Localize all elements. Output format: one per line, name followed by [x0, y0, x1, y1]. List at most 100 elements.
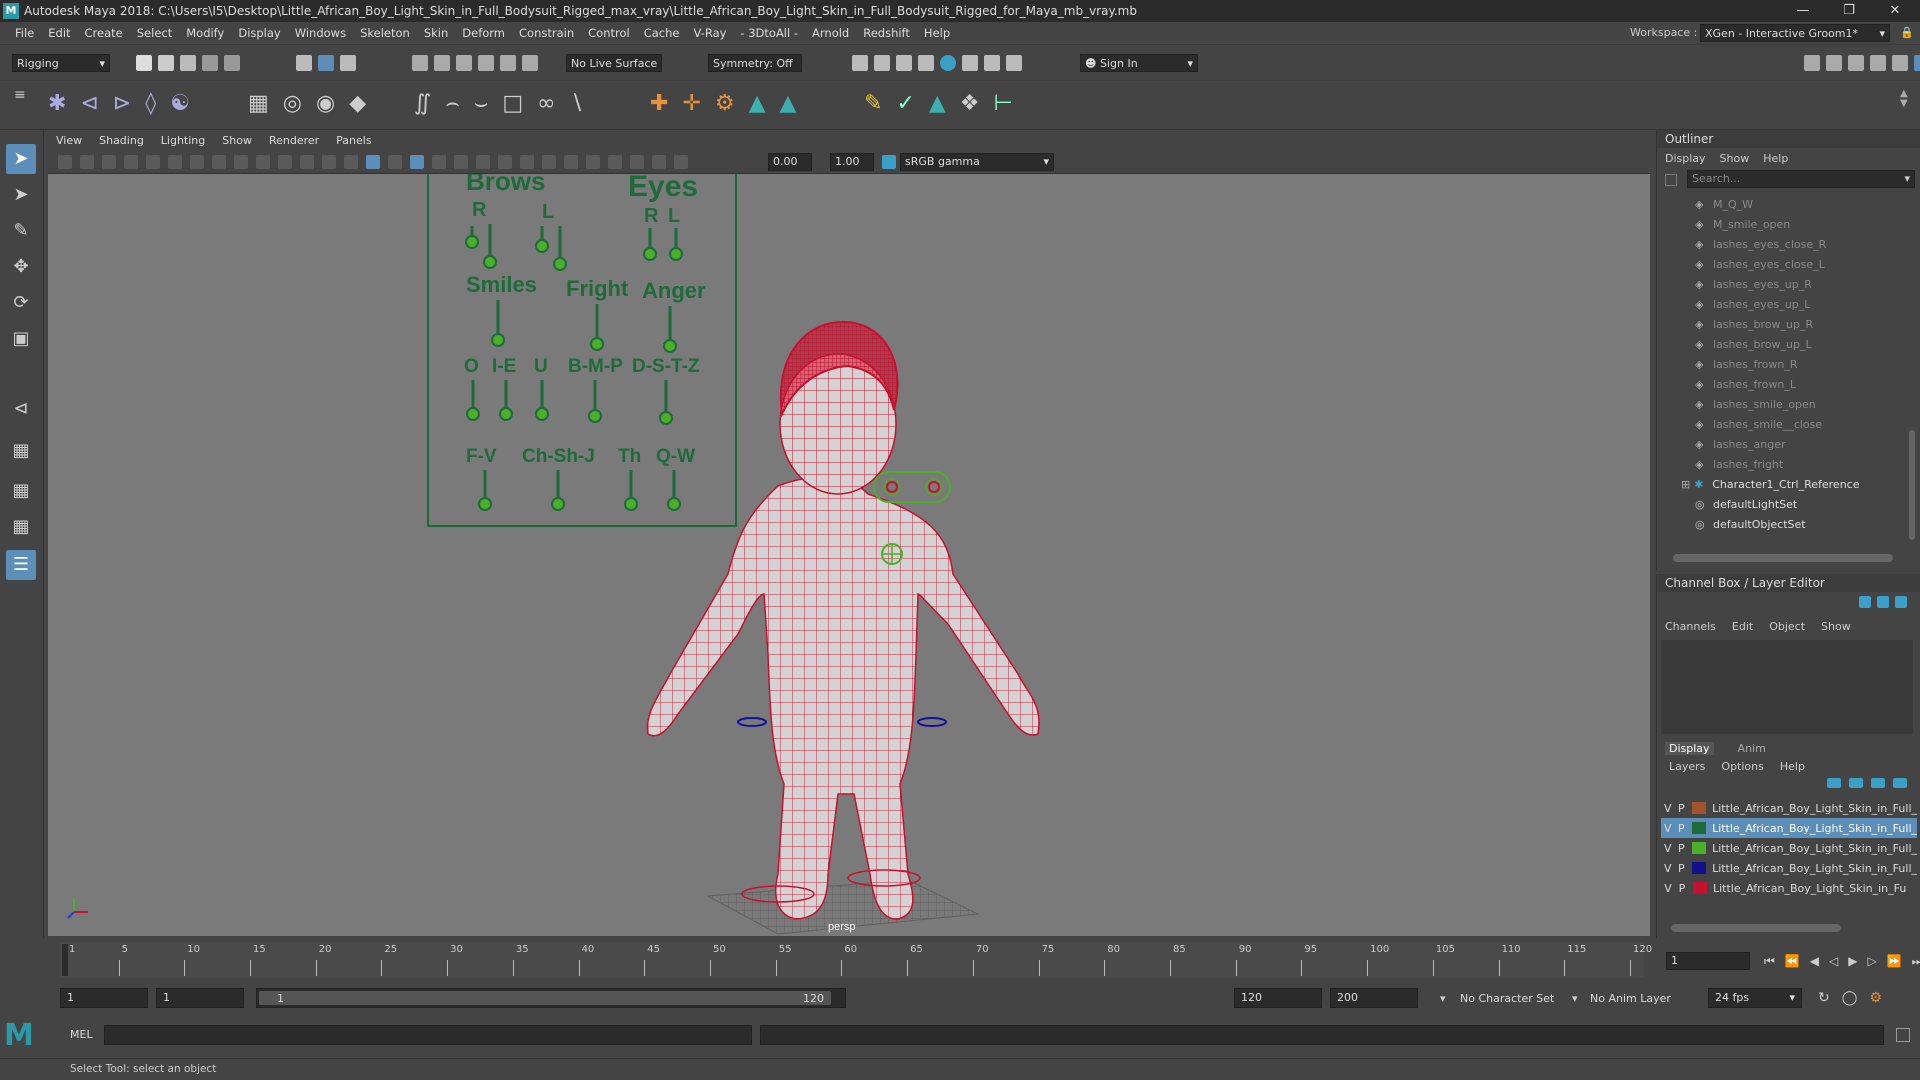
screen-space-ao-icon[interactable]: [476, 155, 490, 169]
move-tool-icon[interactable]: ✥: [6, 252, 36, 282]
redo-icon[interactable]: [224, 55, 240, 71]
film-gate-icon[interactable]: [212, 155, 226, 169]
pause-render-icon[interactable]: [1006, 55, 1022, 71]
minimize-button[interactable]: —: [1780, 0, 1826, 22]
hypershade-icon[interactable]: [940, 55, 956, 71]
cluster-icon[interactable]: ✛: [682, 91, 700, 116]
paint-weights-icon[interactable]: ◎: [283, 91, 302, 116]
menu-skeleton[interactable]: Skeleton: [353, 26, 417, 40]
outliner-item[interactable]: ◎ defaultObjectSet: [1695, 514, 1905, 534]
camera-select-icon[interactable]: [58, 155, 72, 169]
menu-deform[interactable]: Deform: [455, 26, 512, 40]
undo-icon[interactable]: [202, 55, 218, 71]
deformer-icon[interactable]: ▲: [780, 91, 797, 116]
backface-icon[interactable]: [630, 155, 644, 169]
go-to-end-icon[interactable]: ⏭: [1912, 954, 1920, 969]
sculpt-icon[interactable]: ✓: [896, 91, 914, 116]
create-joints-icon[interactable]: ✱: [48, 91, 66, 116]
tab-display[interactable]: Display: [1665, 742, 1714, 755]
current-time-marker[interactable]: [62, 944, 68, 976]
layer-color-swatch[interactable]: [1692, 862, 1707, 874]
menu-skin[interactable]: Skin: [417, 26, 455, 40]
jaw-control[interactable]: [881, 543, 903, 565]
locator-icon[interactable]: ✚: [650, 91, 668, 116]
workspace-dropdown[interactable]: XGen - Interactive Groom1* ▾: [1700, 24, 1890, 42]
select-object-icon[interactable]: [318, 55, 334, 71]
use-all-lights-icon[interactable]: [432, 155, 446, 169]
render-frame-icon[interactable]: [852, 55, 868, 71]
play-backward-icon[interactable]: ◁: [1829, 954, 1838, 969]
new-layer-selected-icon[interactable]: [1893, 778, 1907, 788]
snap-point-icon[interactable]: [456, 55, 472, 71]
layer-h-scrollbar[interactable]: [1671, 924, 1841, 932]
outliner-item[interactable]: ◎ defaultLightSet: [1695, 494, 1905, 514]
outliner-item[interactable]: ◈ M_Q_W: [1695, 194, 1905, 214]
resolution-gate-icon[interactable]: [234, 155, 248, 169]
image-plane-icon[interactable]: [124, 155, 138, 169]
pole-vector-icon[interactable]: ∖: [569, 91, 583, 116]
attribute-editor-icon[interactable]: [1848, 55, 1864, 71]
channel-menu-edit[interactable]: Edit: [1732, 620, 1753, 633]
lasso-tool-icon[interactable]: ➤: [6, 180, 36, 210]
layer-playback-toggle[interactable]: P: [1675, 862, 1689, 875]
layer-visibility-toggle[interactable]: V: [1661, 822, 1675, 835]
menu-3dtoall[interactable]: - 3DtoAll -: [733, 26, 805, 40]
loop-icon[interactable]: ↻: [1818, 990, 1830, 1006]
outliner-item[interactable]: ◈ lashes_anger: [1695, 434, 1905, 454]
outliner-item[interactable]: ◈ lashes_smile_open: [1695, 394, 1905, 414]
playback-end-field[interactable]: 120: [1234, 988, 1322, 1008]
scale-tool-icon[interactable]: ▣: [6, 324, 36, 354]
bookmark-icon[interactable]: [102, 155, 116, 169]
scale-constraint-icon[interactable]: □: [502, 91, 523, 116]
field-chart-icon[interactable]: [278, 155, 292, 169]
menu-create[interactable]: Create: [78, 26, 130, 40]
layer-visibility-toggle[interactable]: V: [1661, 862, 1675, 875]
range-slider-handle[interactable]: [259, 991, 831, 1005]
viewport-menu-lighting[interactable]: Lighting: [161, 134, 214, 147]
parent-constraint-icon[interactable]: ∬: [414, 91, 431, 116]
grease-pencil-icon[interactable]: [168, 155, 182, 169]
channel-settings-icon[interactable]: [1895, 596, 1907, 608]
eye-look-control[interactable]: [873, 471, 951, 503]
script-editor-icon[interactable]: [1896, 1028, 1910, 1042]
render-view-icon[interactable]: [962, 55, 978, 71]
motion-blur-icon[interactable]: [498, 155, 512, 169]
viewport-menu-renderer[interactable]: Renderer: [269, 134, 328, 147]
outliner-item[interactable]: ◈ lashes_eyes_up_L: [1695, 294, 1905, 314]
character-controls-icon[interactable]: [1826, 55, 1842, 71]
layer-visibility-toggle[interactable]: V: [1661, 802, 1675, 815]
select-tool-icon[interactable]: ➤: [6, 144, 36, 174]
viewport-menu-shading[interactable]: Shading: [99, 134, 153, 147]
viewport-menu-show[interactable]: Show: [222, 134, 261, 147]
outliner-item[interactable]: ◈ lashes_frown_R: [1695, 354, 1905, 374]
anim-layer-dropdown[interactable]: No Anim Layer: [1590, 992, 1671, 1005]
grid-icon[interactable]: [190, 155, 204, 169]
channel-menu-show[interactable]: Show: [1821, 620, 1851, 633]
outliner-menu-display[interactable]: Display: [1665, 152, 1706, 165]
layer-menu-help[interactable]: Help: [1780, 760, 1805, 773]
camera-attributes-icon[interactable]: [80, 155, 94, 169]
animation-end-field[interactable]: 200: [1330, 988, 1418, 1008]
menu-edit[interactable]: Edit: [41, 26, 77, 40]
menu-help[interactable]: Help: [917, 26, 957, 40]
shape-editor-icon[interactable]: ▲: [929, 91, 946, 116]
outliner-item[interactable]: ◈ M_smile_open: [1695, 214, 1905, 234]
ipr-render-icon[interactable]: [896, 55, 912, 71]
smooth-shade-icon[interactable]: [366, 155, 380, 169]
last-tool-icon[interactable]: ⊲: [6, 394, 36, 424]
two-d-pan-icon[interactable]: [146, 155, 160, 169]
snap-view-plane-icon[interactable]: [478, 55, 494, 71]
point-constraint-icon[interactable]: ⌢: [445, 91, 459, 116]
ik-spline-icon[interactable]: ⊳: [113, 91, 131, 116]
new-scene-icon[interactable]: [136, 55, 152, 71]
layer-row[interactable]: V P Little_African_Boy_Light_Skin_in_Full_: [1661, 798, 1917, 818]
layer-row[interactable]: V P Little_African_Boy_Light_Skin_in_Full_: [1661, 858, 1917, 878]
depth-of-field-icon[interactable]: [542, 155, 556, 169]
outliner-item[interactable]: ⊞ ✱ Character1_Ctrl_Reference: [1681, 474, 1905, 494]
gate-mask-icon[interactable]: [256, 155, 270, 169]
layer-row[interactable]: V P Little_African_Boy_Light_Skin_in_Full_: [1661, 818, 1917, 838]
layer-playback-toggle[interactable]: P: [1675, 822, 1689, 835]
layer-playback-toggle[interactable]: P: [1675, 802, 1689, 815]
range-slider[interactable]: 1 120: [256, 988, 846, 1008]
mel-command-input[interactable]: [104, 1025, 752, 1045]
